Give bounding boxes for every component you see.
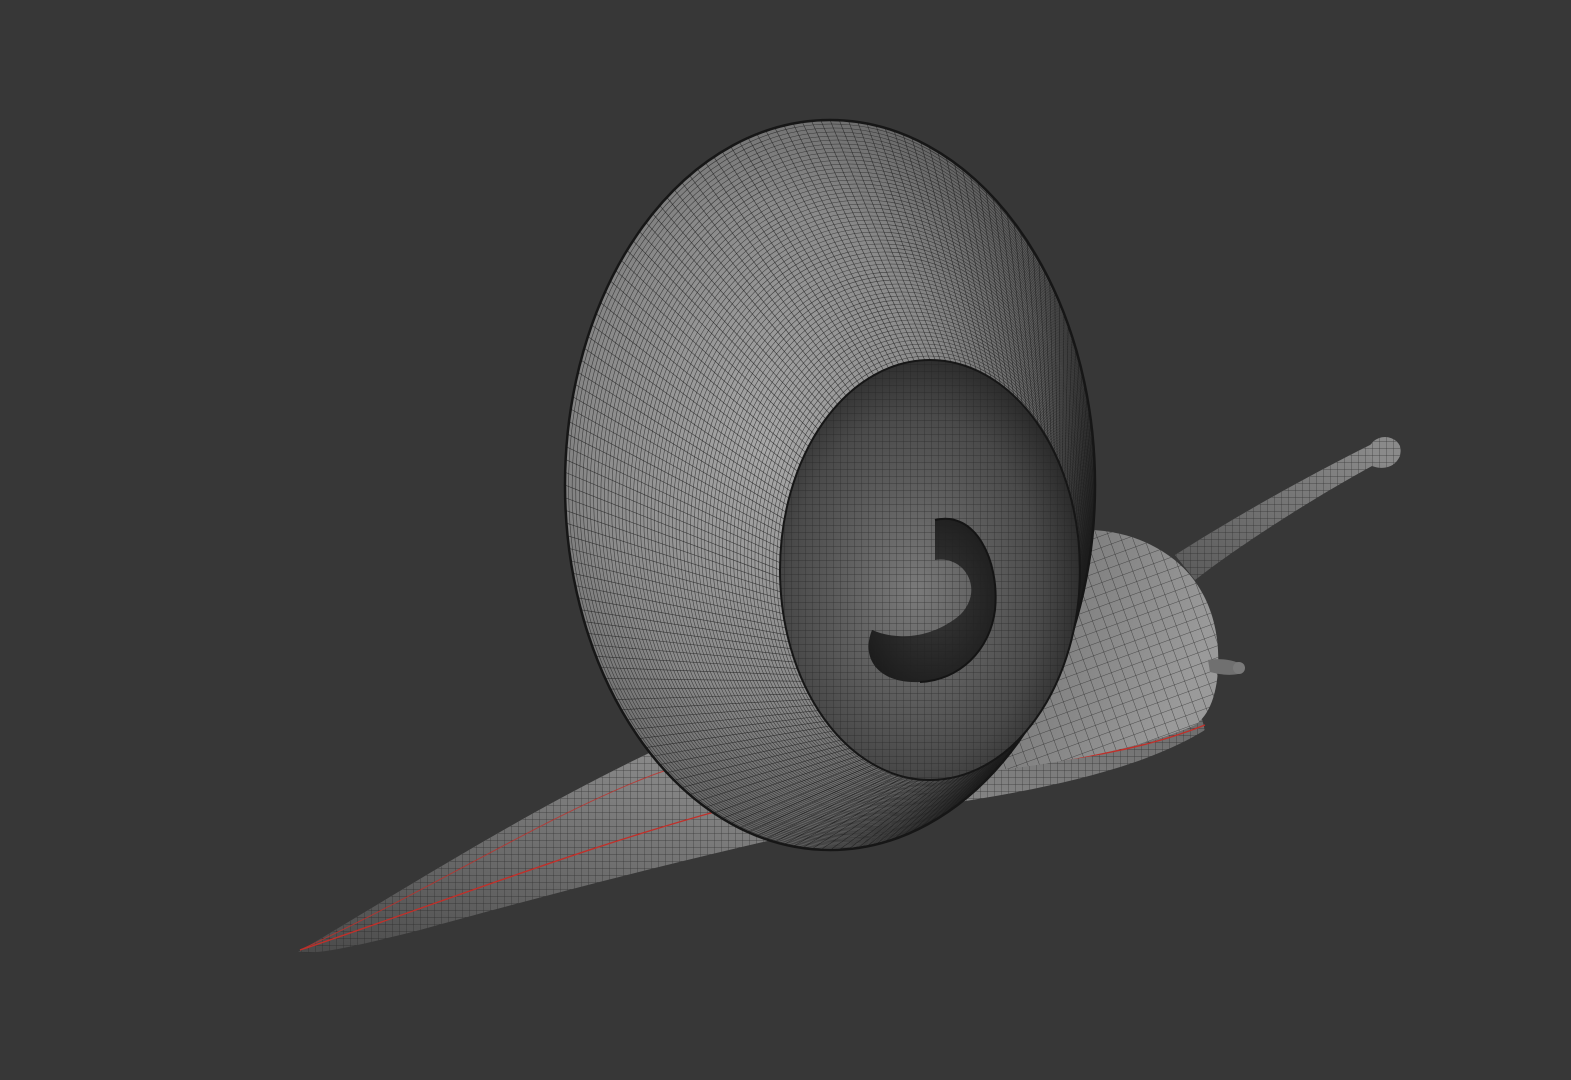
eye-stalk-long	[1175, 437, 1401, 580]
snail-shell	[563, 118, 1097, 852]
shell-inner-whorl	[779, 359, 1081, 781]
snail-model	[298, 118, 1401, 953]
3d-viewport[interactable]	[0, 0, 1571, 1080]
eye-stalk-short	[1208, 659, 1245, 675]
